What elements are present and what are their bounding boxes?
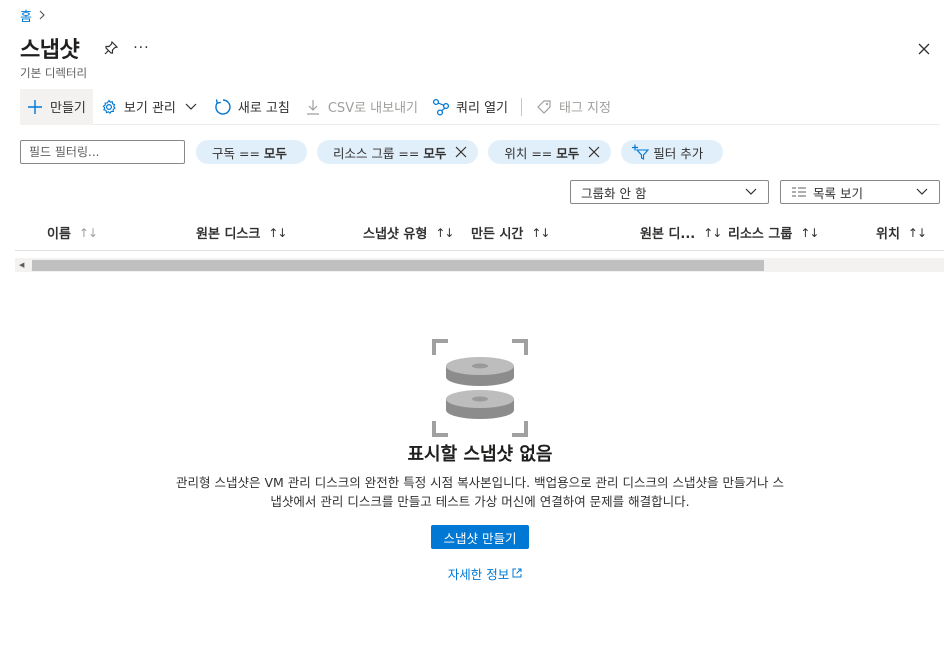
filter-field-input[interactable] [20,140,185,164]
empty-state-title: 표시할 스냅샷 없음 [407,444,553,465]
filter-pill-resource-group[interactable]: 리소스 그룹 == 모두 [316,140,479,164]
empty-state-description-line: 냅샷에서 관리 디스크를 만들고 테스트 가상 머신에 연결하여 문제를 해결합… [270,494,690,509]
column-header-label: 스냅샷 유형 [363,227,428,242]
column-header-name[interactable]: 이름 ↑↓ [47,223,98,243]
close-icon[interactable] [915,40,933,58]
column-header-label: 원본 디스크 [196,227,261,242]
manage-view-label: 보기 관리 [123,101,176,116]
breadcrumb-home-link[interactable]: 홈 [20,6,32,25]
open-query-label: 쿼리 열기 [456,101,508,116]
create-snapshot-button[interactable]: 스냅샷 만들기 [431,525,529,549]
filter-pill-location-label: 위치 == [504,145,553,161]
filter-bar: 구독 == 모두 리소스 그룹 == 모두 위치 == 모두 필터 추가 [20,140,940,164]
column-header-created-time[interactable]: 만든 시간 ↑↓ [471,223,550,243]
create-button[interactable]: 만들기 [20,88,93,125]
view-mode-dropdown-value: 목록 보기 [813,185,863,201]
chevron-down-icon [913,183,931,201]
filter-pill-subscription[interactable]: 구독 == 모두 [196,140,307,164]
sort-icon: ↑↓ [800,225,819,240]
learn-more-link[interactable]: 자세한 정보 [448,564,522,583]
chevron-down-icon [182,98,200,116]
title-row: 스냅샷 ··· [20,32,150,64]
grouping-dropdown-value: 그룹화 안 함 [581,185,647,201]
open-query-button[interactable]: 쿼리 열기 [425,89,515,125]
column-header-label: 리소스 그룹 [728,227,793,242]
list-view-icon [791,183,807,201]
export-csv-button[interactable]: CSV로 내보내기 [297,89,425,125]
add-filter-icon [631,143,650,161]
chevron-down-icon [742,183,760,201]
tag-icon [535,98,553,116]
external-link-icon [512,566,522,581]
empty-state-description-line: 관리형 스냅샷은 VM 관리 디스크의 완전한 특정 시점 복사본입니다. 백업… [176,475,784,490]
filter-pill-location-value: 모두 [556,145,580,161]
filter-pill-resource-group-label: 리소스 그룹 == [332,145,420,161]
refresh-label: 새로 고침 [237,101,290,116]
download-icon [304,98,322,116]
more-options-icon[interactable]: ··· [133,40,149,56]
chevron-right-icon [38,9,46,23]
page-subtitle: 기본 디렉터리 [20,66,88,80]
add-filter-button[interactable]: 필터 추가 [621,140,724,164]
filter-pill-location[interactable]: 위치 == 모두 [488,140,612,164]
column-header-label: 위치 [876,227,900,242]
query-graph-icon [432,98,450,116]
column-header-location[interactable]: 위치 ↑↓ [876,223,927,243]
refresh-icon [214,98,232,116]
sort-icon: ↑↓ [531,225,550,240]
sort-icon: ↑↓ [78,225,98,240]
close-icon[interactable] [454,145,468,159]
export-csv-label: CSV로 내보내기 [327,101,419,116]
assign-tags-label: 태그 지정 [559,101,611,116]
filter-pill-resource-group-value: 모두 [423,145,447,161]
column-header-snapshot-type[interactable]: 스냅샷 유형 ↑↓ [363,223,454,243]
pin-icon[interactable] [103,40,119,56]
command-bar: 만들기 보기 관리 새로 고침 CSV로 내보내기 쿼리 열기 태그 지정 [20,88,940,125]
scrollbar-thumb[interactable] [32,260,764,271]
sort-icon: ↑↓ [703,225,722,240]
toolbar-divider [521,97,522,116]
learn-more-label: 자세한 정보 [447,567,510,582]
gear-icon [100,98,118,116]
grouping-dropdown[interactable]: 그룹화 안 함 [570,180,769,204]
filter-pill-subscription-value: 모두 [263,145,287,161]
column-header-source-disk-2[interactable]: 원본 디... ↑↓ [640,223,722,243]
close-icon[interactable] [587,145,601,159]
manage-view-button[interactable]: 보기 관리 [93,89,207,125]
add-filter-label: 필터 추가 [653,145,704,161]
refresh-button[interactable]: 새로 고침 [207,89,297,125]
sort-icon: ↑↓ [907,225,927,240]
filter-pill-subscription-label: 구독 == [212,145,260,161]
learn-more: 자세한 정보 [0,564,944,583]
column-header-source-disk[interactable]: 원본 디스크 ↑↓ [196,223,287,243]
empty-state-description: 관리형 스냅샷은 VM 관리 디스크의 완전한 특정 시점 복사본입니다. 백업… [140,473,820,511]
scroll-left-icon[interactable]: ◀ [19,261,24,269]
view-mode-dropdown[interactable]: 목록 보기 [780,180,940,204]
create-button-label: 만들기 [50,101,86,116]
breadcrumb: 홈 [20,6,46,25]
sort-icon: ↑↓ [435,225,454,240]
column-header-label: 만든 시간 [471,227,524,242]
column-header-label: 이름 [47,227,71,242]
plus-icon [26,98,44,116]
snapshot-empty-icon [430,337,530,439]
column-header-resource-group[interactable]: 리소스 그룹 ↑↓ [728,223,819,243]
sort-icon: ↑↓ [268,225,287,240]
horizontal-scrollbar[interactable]: ◀ [15,258,944,272]
assign-tags-button[interactable]: 태그 지정 [528,89,618,125]
page-title: 스냅샷 [20,38,80,63]
column-header-label: 원본 디... [640,227,696,242]
table-header: 이름 ↑↓ 원본 디스크 ↑↓ 스냅샷 유형 ↑↓ 만든 시간 ↑↓ 원본 디.… [15,212,944,251]
